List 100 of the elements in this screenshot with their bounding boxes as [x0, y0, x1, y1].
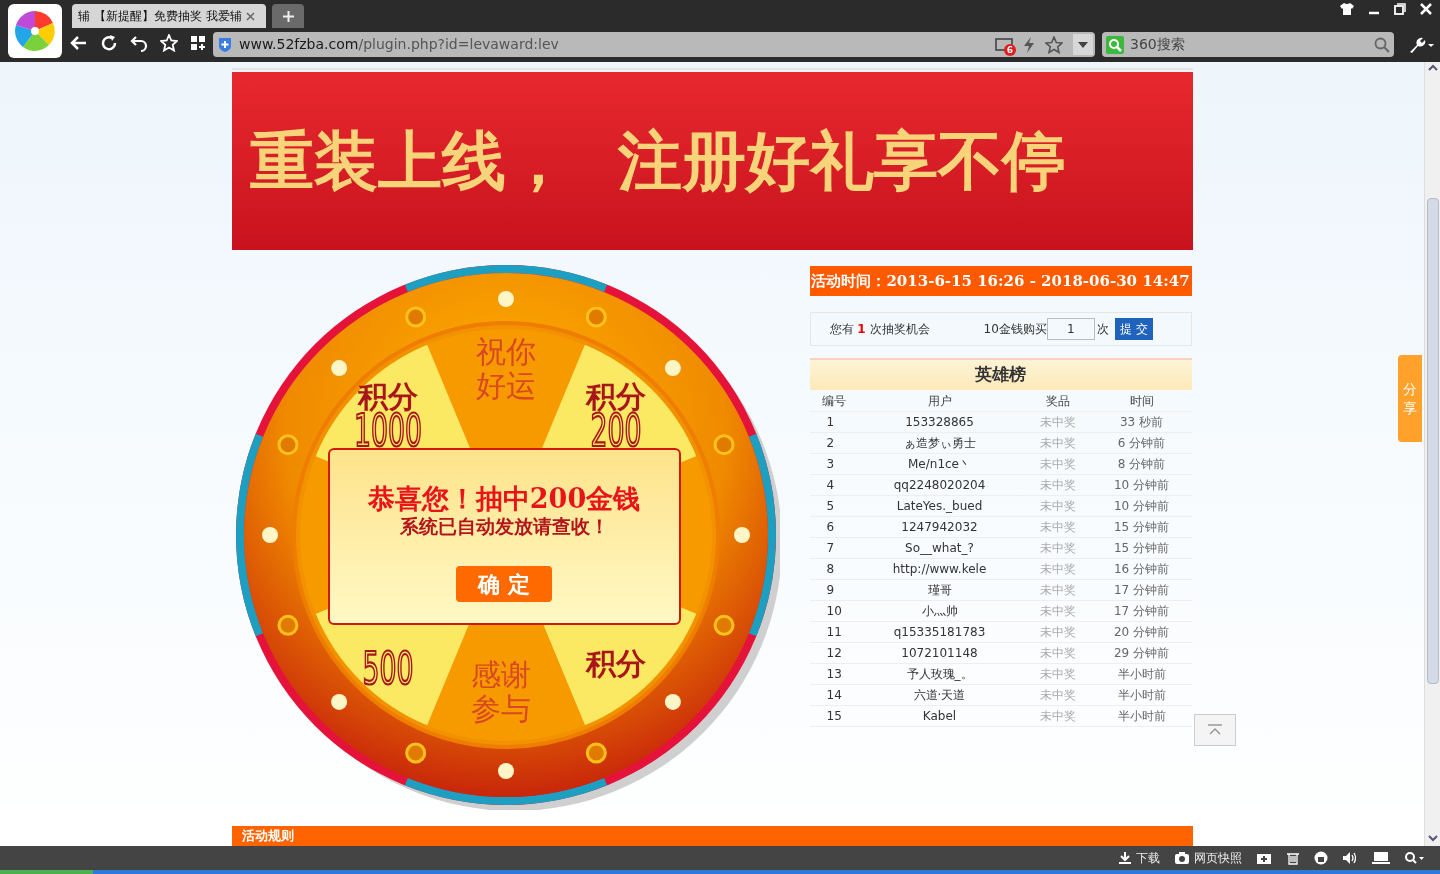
address-bar[interactable]: www.52fzba.com/plugin.php?id=levaward:lev 6 [213, 32, 1095, 57]
search-input[interactable]: 360搜索 [1130, 34, 1350, 55]
camera-icon[interactable] [1174, 851, 1190, 865]
table-cell-text: 予人玫瑰_。 [905, 666, 974, 683]
browser-tab[interactable]: 辅 【新提醒】免费抽奖 我爱辅 [72, 4, 266, 28]
table-cell-text: 8 分钟前 [1116, 456, 1167, 473]
column-header: 用户 [926, 392, 953, 410]
quantity-input[interactable]: 1 [1046, 318, 1095, 340]
unit-label: 次 [1096, 321, 1109, 338]
table-cell-text: 16 分钟前 [1112, 561, 1171, 578]
table-cell-text: 13 [825, 666, 843, 683]
table-cell-text: 7 [825, 540, 836, 557]
dialog-message: 系统已自动发放请查收！ [399, 514, 609, 538]
table-cell-text: 15 分钟前 [1112, 540, 1171, 557]
table-cell-text: So__what_? [904, 540, 975, 557]
browser-logo-icon[interactable] [8, 4, 62, 58]
table-cell-text: 未中奖 [1038, 519, 1077, 536]
restore-icon[interactable] [1394, 3, 1406, 15]
notification-badge: 6 [1004, 43, 1016, 56]
table-cell-text: 未中奖 [1038, 603, 1077, 620]
monitor-icon[interactable] [1372, 851, 1390, 865]
table-cell-text: Kabel [921, 708, 958, 725]
table-cell-text: 15 [825, 708, 843, 725]
arrow-up-icon [1206, 724, 1223, 736]
table-cell-text: 14 [825, 687, 843, 704]
table-cell-text: 17 分钟前 [1112, 603, 1171, 620]
download-icon[interactable] [1118, 851, 1132, 865]
wrench-icon[interactable] [1408, 36, 1434, 54]
table-cell-text: ぁ造梦ぃ勇士 [902, 435, 977, 452]
rules-title: 活动规则 [241, 828, 294, 844]
undo-icon[interactable] [130, 34, 148, 52]
table-cell-text: q15335181783 [892, 624, 987, 641]
wheel-prize-label: 参与 [470, 691, 531, 726]
url-text: www.52fzba.com/plugin.php?id=levaward:lev [239, 35, 559, 54]
wheel-prize-label: 积分 [585, 646, 646, 681]
table-cell-text: 153328865 [904, 414, 975, 431]
search-field[interactable]: 360搜索 [1102, 32, 1394, 57]
table-cell-text: 半小时前 [1116, 687, 1167, 704]
table-cell-text: 未中奖 [1038, 456, 1077, 473]
table-cell-text: 17 分钟前 [1112, 582, 1171, 599]
column-header: 编号 [820, 392, 847, 410]
share-label: 分享 [1403, 380, 1417, 417]
shield-icon [217, 36, 233, 53]
table-cell-text: 半小时前 [1116, 708, 1167, 725]
table-cell-text: 半小时前 [1116, 666, 1167, 683]
table-cell-text: 未中奖 [1038, 687, 1077, 704]
activity-time-range: 2013-6-15 16:26 - 2018-06-30 14:47 [886, 270, 1190, 292]
table-cell-text: 6 [825, 519, 836, 536]
table-cell-text: 未中奖 [1038, 414, 1077, 431]
table-cell-text: 10 分钟前 [1112, 498, 1171, 515]
first-aid-kit-icon[interactable] [1256, 851, 1272, 865]
table-cell-text: 瑾哥 [926, 582, 953, 599]
buy-label: 10金钱购买 [983, 321, 1047, 338]
table-cell-text: 未中奖 [1038, 645, 1077, 662]
activity-time-label: 活动时间： [811, 270, 887, 292]
table-cell-text: 15 分钟前 [1112, 519, 1171, 536]
back-icon[interactable] [70, 34, 88, 52]
table-cell-text: 11 [825, 624, 843, 641]
table-cell-text: 10 [825, 603, 843, 620]
table-cell-text: 4 [825, 477, 836, 494]
caret-icon [1078, 41, 1088, 48]
scroll-down-icon[interactable] [1427, 832, 1438, 844]
zoom-icon[interactable] [1404, 851, 1424, 865]
chances-text: 您有 1 次抽奖机会 [829, 321, 930, 338]
table-cell-text: 1 [825, 414, 836, 431]
snapshot-label[interactable]: 网页快照 [1194, 849, 1242, 867]
table-cell-text: 未中奖 [1038, 624, 1077, 641]
table-cell-text: 9 [825, 582, 836, 599]
reload-icon[interactable] [100, 34, 118, 52]
dropdown-button[interactable] [1073, 34, 1093, 55]
table-cell-text: 未中奖 [1038, 540, 1077, 557]
wheel-prize-amount: 500 [362, 643, 446, 694]
search-engine-icon[interactable] [1106, 35, 1124, 54]
table-cell-text: 未中奖 [1038, 708, 1077, 725]
star-icon[interactable] [1045, 35, 1063, 54]
download-label[interactable]: 下载 [1136, 849, 1160, 867]
shirt-icon[interactable] [1340, 3, 1354, 15]
submit-button[interactable]: 提 交 [1114, 318, 1153, 340]
wheel-prize-label: 好运 [475, 368, 536, 403]
table-cell-text: 未中奖 [1038, 582, 1077, 599]
banner-headline: 重装上线， [249, 123, 570, 200]
new-tab-button[interactable] [272, 4, 304, 28]
wheel-prize-label: 感谢 [470, 657, 531, 692]
table-cell-text: 8 [825, 561, 836, 578]
table-cell-text: http://www.kele [891, 561, 988, 578]
trash-icon[interactable] [1286, 851, 1300, 865]
column-header: 时间 [1128, 392, 1155, 410]
scrollbar-thumb[interactable] [1426, 198, 1439, 684]
table-cell-text: 未中奖 [1038, 666, 1077, 683]
table-cell-text: LateYes._bued [895, 498, 984, 515]
apps-grid-icon[interactable] [190, 35, 206, 51]
speaker-icon[interactable] [1342, 851, 1358, 865]
search-icon[interactable] [1374, 36, 1390, 53]
table-cell-text: 小灬帅 [920, 603, 959, 620]
table-cell-text: 未中奖 [1038, 435, 1077, 452]
wheel-prize-label: 祝你 [475, 334, 536, 369]
table-cell-text: qq2248020204 [892, 477, 987, 494]
table-cell-text: 12 [825, 645, 843, 662]
lightning-icon[interactable] [1023, 36, 1035, 53]
table-cell-text: 6 分钟前 [1116, 435, 1167, 452]
